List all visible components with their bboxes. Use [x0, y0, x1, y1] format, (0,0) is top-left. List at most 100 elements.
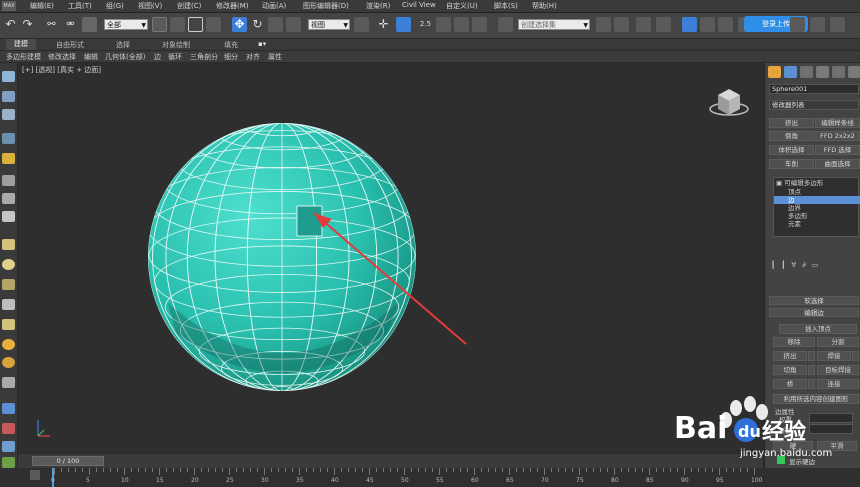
schematic-view-icon[interactable] [718, 17, 733, 32]
panel-triangulation[interactable]: 三角剖分 [190, 52, 218, 62]
camera-icon[interactable] [2, 175, 15, 186]
cylinder-icon[interactable] [2, 279, 15, 290]
modifier-list-dropdown[interactable]: 修改器列表 [769, 100, 859, 110]
menu-help[interactable]: 帮助(H) [532, 1, 557, 11]
menu-animation[interactable]: 动画(A) [262, 1, 286, 11]
sphere-object[interactable] [148, 112, 416, 392]
rendered-frame-icon[interactable] [810, 17, 825, 32]
track-view-icon[interactable] [30, 470, 40, 480]
menu-modifiers[interactable]: 修改器(M) [216, 1, 249, 11]
teapot-icon[interactable] [2, 423, 15, 434]
plane-icon[interactable] [2, 441, 15, 452]
modifier-edit-spline-button[interactable]: 编辑样条线 [815, 118, 860, 128]
modifier-extrude-button[interactable]: 挤出 [769, 118, 814, 128]
extrude-button[interactable]: 挤出 [773, 351, 807, 361]
extrude-settings-icon[interactable] [808, 351, 815, 361]
bind-spacewarp-icon[interactable] [82, 17, 97, 32]
stack-tools-icons[interactable]: ┃┃∀∂▭ [771, 261, 859, 271]
soft-selection-rollout[interactable]: 软选择 [769, 296, 859, 305]
connect-button[interactable]: 连接 [817, 379, 851, 389]
chamfer-button[interactable]: 切角 [773, 365, 807, 375]
layers-icon[interactable] [2, 109, 15, 120]
spacewarp-icon[interactable] [2, 211, 15, 222]
light-icon[interactable] [2, 357, 15, 368]
menu-tools[interactable]: 工具(T) [68, 1, 92, 11]
snap-toggle-icon[interactable]: 2.5 [418, 17, 433, 32]
sphere-icon[interactable] [2, 259, 15, 270]
remove-button[interactable]: 移除 [773, 337, 815, 347]
tab-freeform[interactable]: 自由形式 [56, 40, 84, 50]
target-weld-button[interactable]: 目标焊接 [817, 365, 859, 375]
stack-item-polygon[interactable]: 多边形 [774, 212, 860, 220]
geosphere-icon[interactable] [2, 339, 15, 350]
panel-edit[interactable]: 编辑 [84, 52, 98, 62]
time-slider[interactable]: 0 / 100 [32, 456, 104, 466]
rect-selection-icon[interactable] [188, 17, 203, 32]
panel-modify-selection[interactable]: 修改选择 [48, 52, 76, 62]
keyboard-shortcut-icon[interactable] [396, 17, 411, 32]
scene-explorer-icon[interactable] [636, 17, 651, 32]
track-bar[interactable]: 0 5 10 15 20 25 30 35 40 45 50 55 60 65 70 75 80 85 90 95 10… [0, 468, 860, 487]
menu-edit[interactable]: 编辑(E) [30, 1, 54, 11]
app-logo[interactable]: MAX [2, 1, 16, 11]
cone-icon[interactable] [2, 319, 15, 330]
undo-icon[interactable]: ↶ [3, 17, 18, 32]
helper-icon[interactable] [2, 193, 15, 204]
tab-object-paint[interactable]: 对象绘制 [162, 40, 190, 50]
modifier-vol-select-button[interactable]: 体积选择 [769, 145, 814, 155]
rotate-icon[interactable]: ↻ [250, 17, 265, 32]
weld-button[interactable]: 焊接 [817, 351, 851, 361]
pyramid-icon[interactable] [2, 403, 15, 414]
tab-populate[interactable]: 填充 [224, 40, 238, 50]
utilities-tab-icon[interactable] [848, 66, 860, 78]
move-icon[interactable]: ✥ [232, 17, 247, 32]
bulb-icon[interactable] [2, 153, 15, 164]
bridge-settings-icon[interactable] [808, 379, 815, 389]
render-icon[interactable] [830, 17, 845, 32]
stack-item-element[interactable]: 元素 [774, 220, 860, 228]
percent-snap-icon[interactable] [454, 17, 469, 32]
redo-icon[interactable]: ↷ [20, 17, 35, 32]
menu-scripting[interactable]: 脚本(S) [494, 1, 518, 11]
select-by-name-icon[interactable] [170, 17, 185, 32]
panel-polygon-modeling[interactable]: 多边形建模 [6, 52, 41, 62]
unlink-icon[interactable]: ⚮ [63, 17, 78, 32]
named-selection-set-select[interactable]: 创建选择集 ▼ [518, 19, 590, 30]
modifier-surface-select-button[interactable]: 曲面选择 [815, 159, 860, 169]
menu-group[interactable]: 组(G) [106, 1, 124, 11]
render-setup-icon[interactable] [790, 17, 805, 32]
named-selection-icon[interactable] [498, 17, 513, 32]
menu-create[interactable]: 创建(C) [177, 1, 201, 11]
panel-subdivision[interactable]: 细分 [224, 52, 238, 62]
split-button[interactable]: 分割 [817, 337, 859, 347]
panel-properties[interactable]: 属性 [268, 52, 282, 62]
motion-tab-icon[interactable] [816, 66, 829, 78]
menu-view[interactable]: 视图(V) [138, 1, 162, 11]
menu-civil-view[interactable]: Civil View [402, 1, 436, 9]
torus-icon[interactable] [2, 299, 15, 310]
panel-align[interactable]: 对齐 [246, 52, 260, 62]
panel-loops[interactable]: 循环 [168, 52, 182, 62]
foliage-icon[interactable] [2, 457, 15, 468]
scale-icon[interactable] [268, 17, 283, 32]
viewport-icon[interactable] [2, 71, 15, 82]
placement-icon[interactable] [286, 17, 301, 32]
ribbon-options-icon[interactable]: ▪▾ [258, 40, 266, 48]
spinner-snap-icon[interactable] [472, 17, 487, 32]
perspective-viewport[interactable]: [+] [透视] [真实 + 边面] [18, 63, 763, 453]
select-object-icon[interactable] [152, 17, 167, 32]
tab-selection[interactable]: 选择 [116, 40, 130, 50]
panel-edges[interactable]: 边 [154, 52, 161, 62]
stack-item-edge[interactable]: 边 [774, 196, 860, 204]
layer-explorer-icon[interactable] [656, 17, 671, 32]
align-icon[interactable] [614, 17, 629, 32]
tab-modeling[interactable]: 建模 [6, 39, 36, 50]
hierarchy-tab-icon[interactable] [800, 66, 813, 78]
modifier-bevel-button[interactable]: 倒角 [769, 131, 814, 141]
pivot-center-icon[interactable] [354, 17, 369, 32]
stack-item-vertex[interactable]: 顶点 [774, 188, 860, 196]
weld-settings-icon[interactable] [852, 351, 859, 361]
insert-vertex-button[interactable]: 插入顶点 [779, 324, 857, 334]
angle-snap-icon[interactable] [436, 17, 451, 32]
reference-coord-select[interactable]: 视图 ▼ [308, 19, 350, 30]
